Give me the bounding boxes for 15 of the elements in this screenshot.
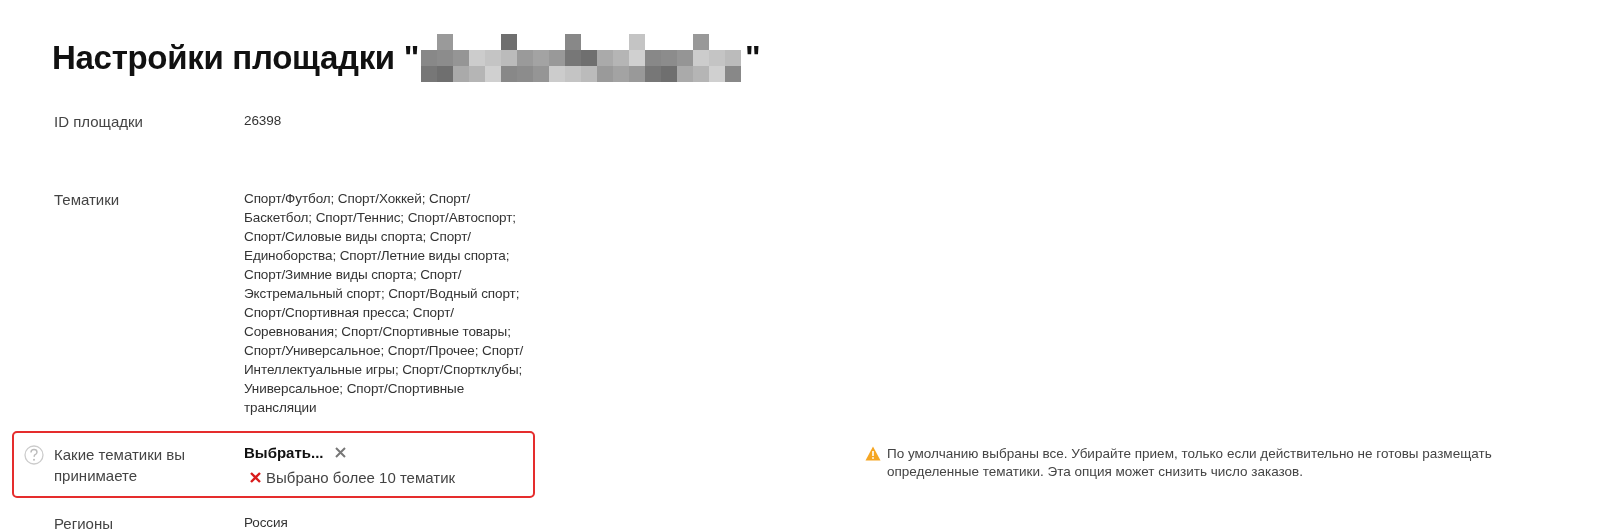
select-link[interactable]: Выбрать... [244,444,324,461]
hint-text: По умолчанию выбраны все. Убирайте прием, только если действительно не готовы размещать определенные тематики. Эта опция может снизить число заказов. [887,445,1493,481]
field-value: 26398 [244,112,283,130]
field-label: Регионы [54,514,114,532]
field-value: Спорт/Футбол; Спорт/Хоккей; Спорт/Баскетбол; Спорт/Теннис; Спорт/Автоспорт; Спорт/Силовые виды спорта; Спорт/Единоборства; Спорт/Летние виды спорта; Спорт/Зимние виды спорта; Спорт/Экстремальный спорт; Спорт/Водный спорт; Спорт/Спортивная пресса; Спорт/Соревнования; Спорт/Спортивные товары; Спорт/Универсальное; Спорт/Прочее; Спорт/Интеллектуальные игры; Спорт/Спортклубы; Универсальное; Спорт/Спортивные трансляции [244,190,525,417]
field-label: Тематики [54,190,121,210]
clear-icon[interactable] [335,447,347,458]
page-title: Настройки площадки " [52,39,420,77]
page-title-quote: " [745,39,761,77]
field-label: ID площадки [54,112,144,132]
field-label: Какие тематики вы принимаете [54,445,186,486]
error-cross-icon [250,472,261,483]
warning-icon [865,446,881,461]
field-value: Россия [244,514,289,532]
error-message: Выбрано более 10 тематик [266,469,456,486]
